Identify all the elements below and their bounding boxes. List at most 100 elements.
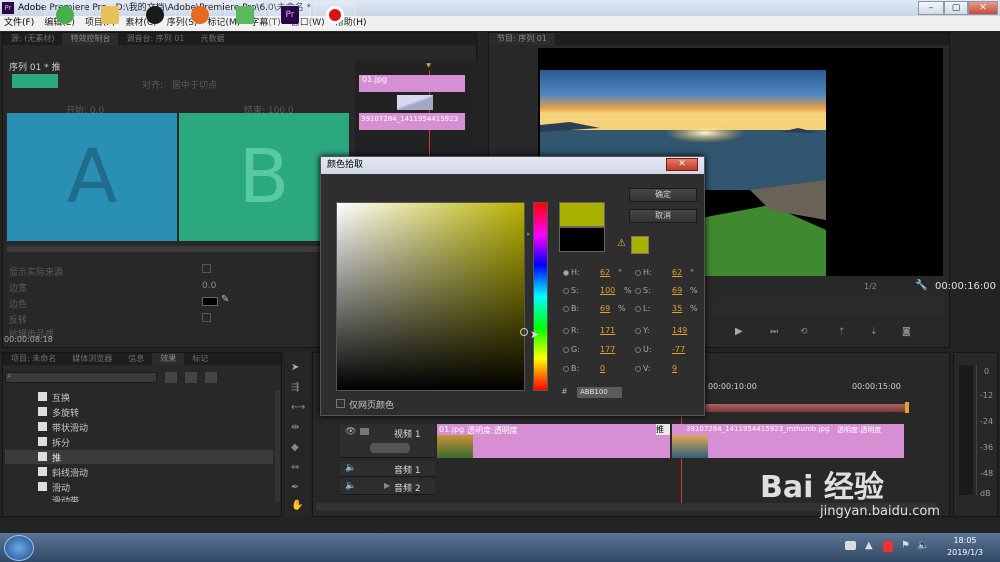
field-hsb-s[interactable]: S: 100%: [563, 285, 632, 297]
radio-rgb-g[interactable]: [563, 347, 569, 353]
tab-effects[interactable]: 效果: [152, 353, 185, 365]
hand-tool-icon[interactable]: ✋: [291, 500, 303, 511]
gamut-corrected-swatch[interactable]: [631, 236, 649, 254]
field-yuv-u[interactable]: U: -77: [635, 344, 703, 356]
tab-info[interactable]: 信息: [120, 353, 152, 365]
zoom-level[interactable]: 1/2: [864, 282, 877, 291]
radio-yuv-v[interactable]: [635, 366, 641, 372]
color-selector-ring[interactable]: [520, 328, 528, 336]
rolling-edit-tool-icon[interactable]: ⇹: [291, 422, 299, 433]
clip-01-jpg[interactable]: 01.jpg 透明度:透明度: [437, 424, 670, 458]
close-window-button[interactable]: ✕: [968, 1, 998, 15]
speaker-icon[interactable]: 🔈: [345, 481, 356, 491]
field-hsl-s[interactable]: S: 69%: [635, 285, 703, 297]
transition-bar[interactable]: [397, 95, 433, 110]
list-item[interactable]: 多旋转: [5, 405, 273, 419]
tab-markers[interactable]: 标记: [184, 353, 216, 365]
expand-track-icon[interactable]: ▶: [384, 481, 390, 490]
taskbar-item-explorer[interactable]: [89, 2, 131, 27]
taskbar-item-camtasia[interactable]: [224, 2, 266, 27]
tab-metadata[interactable]: 元数据: [192, 33, 232, 45]
gamut-warning-icon[interactable]: ⚠: [617, 238, 626, 249]
hue-handle-left[interactable]: ▸: [527, 230, 531, 238]
taskbar-item-recorder[interactable]: [314, 2, 356, 27]
taskbar-item-firefox[interactable]: [179, 2, 221, 27]
radio-hsl-s[interactable]: [635, 288, 641, 294]
yuv-effects-icon[interactable]: [205, 372, 217, 383]
show-sources-checkbox[interactable]: [202, 264, 211, 273]
field-yuv-y[interactable]: Y: 149: [635, 325, 703, 337]
taskbar-item-qq[interactable]: [134, 2, 176, 27]
step-forward-icon[interactable]: ⏭: [770, 327, 778, 337]
list-item[interactable]: 拆分: [5, 435, 273, 449]
tray-network-icon[interactable]: [845, 541, 856, 550]
dialog-close-button[interactable]: ✕: [666, 158, 698, 171]
extract-icon[interactable]: ⇣: [870, 327, 878, 337]
radio-hsl-h[interactable]: [635, 270, 641, 276]
ok-button[interactable]: 确定: [629, 188, 697, 202]
radio-rgb-b[interactable]: [563, 366, 569, 372]
list-item[interactable]: 斜线滑动: [5, 465, 273, 479]
radio-yuv-y[interactable]: [635, 328, 641, 334]
clip-39107284[interactable]: 39107284_1411954415923_mthumb.jpg 透明度:透明…: [672, 424, 904, 458]
list-item-selected[interactable]: 推: [5, 450, 273, 464]
clip-a-bar[interactable]: 01.jpg: [359, 75, 465, 92]
razor-tool-icon[interactable]: ◆: [291, 442, 299, 453]
selection-tool-icon[interactable]: ➤: [291, 362, 299, 373]
tab-effect-controls[interactable]: 特效控制台: [62, 33, 119, 45]
border-color-swatch[interactable]: [202, 297, 218, 306]
tray-volume-icon[interactable]: 🔈: [917, 540, 929, 551]
speaker-icon[interactable]: 🔈: [345, 463, 356, 473]
field-rgb-g[interactable]: G: 177: [563, 344, 631, 356]
field-hsb-b[interactable]: B: 69%: [563, 303, 631, 315]
reverse-checkbox[interactable]: [202, 313, 211, 322]
tray-flag-icon[interactable]: ⚑: [901, 540, 910, 551]
field-rgb-b[interactable]: B: 0: [563, 363, 631, 375]
settings-wrench-icon[interactable]: 🔧: [915, 280, 927, 291]
keyframe-toggle[interactable]: [370, 443, 410, 453]
minimize-button[interactable]: –: [918, 1, 944, 15]
accelerated-effects-icon[interactable]: [165, 372, 177, 383]
field-hsb-h[interactable]: H: 62 °: [563, 267, 631, 279]
effect-timecode[interactable]: 00:00:08:18: [4, 335, 53, 344]
loop-icon[interactable]: ⟲: [800, 327, 808, 337]
list-item[interactable]: 滑动: [5, 480, 273, 494]
field-hsl-h[interactable]: H: 62 °: [635, 267, 703, 279]
taskbar-clock[interactable]: 18:05 2019/1/3: [935, 535, 995, 561]
export-frame-icon[interactable]: ◙: [902, 327, 911, 337]
hex-input[interactable]: ABB100: [577, 387, 622, 398]
menu-file[interactable]: 文件(F): [4, 16, 34, 31]
tab-audio-mixer[interactable]: 调音台: 序列 01: [118, 33, 192, 45]
radio-rgb-r[interactable]: [563, 328, 569, 334]
start-button[interactable]: [4, 535, 34, 561]
lift-icon[interactable]: ⇡: [838, 327, 846, 337]
play-button-icon[interactable]: ▶: [735, 326, 743, 337]
tab-program[interactable]: 节目: 序列 01: [489, 33, 555, 45]
pen-tool-icon[interactable]: ✒: [291, 482, 299, 493]
transition-push[interactable]: 推: [656, 424, 670, 435]
align-dropdown[interactable]: 居中于切点: [172, 78, 217, 91]
tab-project[interactable]: 项目: 未命名: [3, 353, 64, 365]
maximize-button[interactable]: ▢: [944, 1, 968, 15]
list-item[interactable]: 带状滑动: [5, 420, 273, 434]
saturation-brightness-field[interactable]: [336, 202, 525, 391]
program-timecode[interactable]: 00:00:16:00: [935, 281, 996, 292]
list-item[interactable]: 互换: [5, 390, 273, 404]
tray-shield-icon[interactable]: [883, 541, 893, 552]
field-hsl-l[interactable]: L: 35%: [635, 303, 703, 315]
radio-hsb-b[interactable]: [563, 306, 569, 312]
32bit-effects-icon[interactable]: [185, 372, 197, 383]
program-scrubber[interactable]: [704, 298, 944, 316]
cancel-button[interactable]: 取消: [629, 209, 697, 223]
radio-hsb-h[interactable]: [563, 270, 569, 276]
hue-slider[interactable]: [533, 202, 548, 391]
radio-hsb-s[interactable]: [563, 288, 569, 294]
eye-icon[interactable]: 👁: [345, 427, 356, 437]
list-item[interactable]: 滑动带: [5, 494, 273, 502]
ripple-edit-tool-icon[interactable]: ⟷: [291, 402, 305, 413]
field-yuv-v[interactable]: V: 9: [635, 363, 703, 375]
clip-b-bar[interactable]: 39107284_1411954415923: [359, 113, 465, 130]
tab-media-browser[interactable]: 媒体浏览器: [64, 353, 120, 365]
web-colors-checkbox[interactable]: [336, 399, 345, 408]
taskbar-item-360[interactable]: [44, 2, 86, 27]
